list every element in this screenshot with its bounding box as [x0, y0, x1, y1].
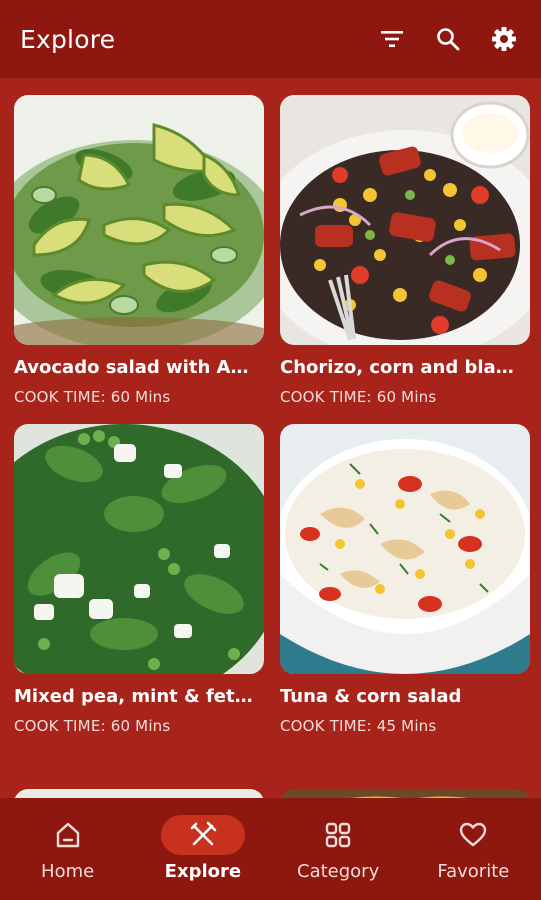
recipe-title: Avocado salad with A…	[14, 357, 249, 378]
recipe-image-avocado-salad	[14, 95, 264, 345]
recipe-cook-time: COOK TIME: 45 Mins	[280, 717, 437, 735]
nav-label-home: Home	[41, 861, 95, 882]
gear-icon	[492, 27, 516, 51]
search-button[interactable]	[431, 22, 465, 56]
recipe-grid: Avocado salad with A… COOK TIME: 60 Mins	[14, 95, 531, 735]
nav-item-category[interactable]: Category	[271, 798, 406, 900]
nav-icon-container	[160, 815, 245, 855]
heart-icon	[460, 822, 487, 847]
top-app-bar: Explore	[0, 0, 541, 78]
app-root: Explore Avocado salad with A… COOK TIME:…	[0, 0, 541, 900]
nav-icon-container	[296, 815, 380, 855]
grid-icon	[325, 822, 351, 848]
nav-icon-container	[26, 815, 110, 855]
recipe-image-pea-mint-feta	[14, 424, 264, 674]
nav-label-explore: Explore	[164, 861, 242, 882]
recipe-cook-time: COOK TIME: 60 Mins	[14, 717, 171, 735]
recipe-card[interactable]: Tuna & corn salad COOK TIME: 45 Mins	[280, 424, 530, 735]
nav-label-category: Category	[297, 861, 380, 882]
toolbar-actions	[375, 22, 521, 56]
nav-item-favorite[interactable]: Favorite	[406, 798, 541, 900]
recipe-image-tuna-corn	[280, 424, 530, 674]
nav-item-explore[interactable]: Explore	[135, 798, 270, 900]
nav-icon-container	[431, 815, 515, 855]
recipe-card[interactable]: Chorizo, corn and bla… COOK TIME: 60 Min…	[280, 95, 530, 406]
nav-item-home[interactable]: Home	[0, 798, 135, 900]
settings-button[interactable]	[487, 22, 521, 56]
search-icon	[437, 28, 460, 51]
recipe-image-chorizo-corn	[280, 95, 530, 345]
home-icon	[56, 822, 79, 848]
filter-button[interactable]	[375, 22, 409, 56]
page-title: Explore	[20, 24, 116, 54]
recipe-cook-time: COOK TIME: 60 Mins	[14, 388, 171, 406]
recipe-card[interactable]: Mixed pea, mint & feta… COOK TIME: 60 Mi…	[14, 424, 264, 735]
fork-knife-icon	[190, 821, 217, 846]
recipe-title: Mixed pea, mint & feta…	[14, 686, 264, 707]
bottom-navigation: Home Explore Category Favorite	[0, 798, 541, 900]
recipe-card[interactable]: Avocado salad with A… COOK TIME: 60 Mins	[14, 95, 264, 406]
recipe-cook-time: COOK TIME: 60 Mins	[280, 388, 437, 406]
recipe-title: Chorizo, corn and bla…	[280, 357, 514, 378]
nav-label-favorite: Favorite	[437, 861, 510, 882]
recipe-title: Tuna & corn salad	[280, 686, 462, 707]
filter-icon	[381, 31, 403, 47]
